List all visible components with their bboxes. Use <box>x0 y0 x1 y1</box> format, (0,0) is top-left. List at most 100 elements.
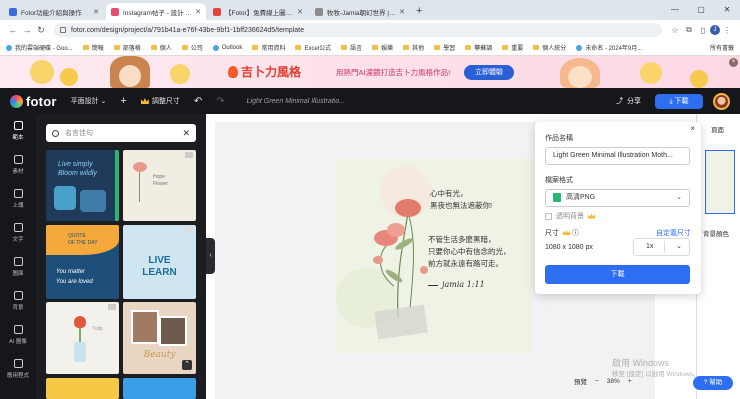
scale-select[interactable]: 1x ⌄ <box>633 238 690 256</box>
bookmark-item[interactable]: 攀蘇調 <box>465 43 492 52</box>
url-field[interactable]: fotor.com/design/project/a/791b41a-e76f-… <box>54 23 662 37</box>
template-photo <box>131 310 159 344</box>
browser-tab[interactable]: Fotor功能介紹與操作 ✕ <box>4 3 104 20</box>
banner-close-button[interactable]: × <box>729 58 738 67</box>
template-card[interactable]: Tulip <box>46 302 119 374</box>
undo-icon[interactable]: ↶ <box>194 96 202 107</box>
clear-search-icon[interactable]: ✕ <box>182 128 190 139</box>
template-card[interactable] <box>46 378 119 399</box>
template-card[interactable]: QUOTE OF THE DAY You matter You are loved <box>46 225 119 299</box>
scroll-top-icon[interactable]: ⌃ <box>182 360 192 370</box>
zoom-in-button[interactable]: + <box>628 378 632 385</box>
bookmark-star-icon[interactable]: ☆ <box>668 26 682 35</box>
tab-close-icon[interactable]: ✕ <box>399 8 405 16</box>
fotor-logo[interactable]: fotor <box>10 94 57 109</box>
template-card[interactable]: Live simply Bloom wildly <box>46 150 119 221</box>
dialog-download-button[interactable]: 下載 <box>545 265 690 284</box>
bookmark-item[interactable]: 常用資料 <box>252 43 285 52</box>
checkbox-box[interactable] <box>545 212 552 220</box>
rail-uploads[interactable]: 上傳 <box>0 182 36 216</box>
bookmark-item[interactable]: 個人統分 <box>533 43 566 52</box>
background-color-label[interactable]: 背景顏色 <box>703 228 729 238</box>
template-card[interactable]: Beauty ⌃ <box>123 302 196 374</box>
quote-heading[interactable]: 心中有光， 黑夜也無法遮蔽你! <box>430 188 492 212</box>
tab-label: Instagram帖子 - 設計 | Fotor <box>123 9 192 17</box>
zoom-level[interactable]: 38% <box>607 378 620 385</box>
browser-tab[interactable]: 【Fotor】免費線上圖片編輯 ✕ <box>208 3 308 20</box>
bookmark-item[interactable]: 語言 <box>341 43 362 52</box>
bookmark-item[interactable]: 個人 <box>150 43 172 52</box>
page-thumbnail[interactable] <box>705 150 735 214</box>
bookmark-item[interactable]: 重要 <box>502 43 523 52</box>
extensions-icon[interactable]: ⧉ <box>682 25 696 35</box>
new-tab-button[interactable]: + <box>416 5 422 17</box>
download-dialog: × 作品名稱 Light Green Minimal Illustration … <box>535 122 701 294</box>
minimize-button[interactable]: — <box>662 0 688 20</box>
all-bookmarks[interactable]: 所有書籤 <box>707 43 734 52</box>
zoom-out-button[interactable]: − <box>595 378 599 385</box>
bookmark-item[interactable]: 學習 <box>434 43 455 52</box>
forward-icon[interactable]: → <box>20 25 34 35</box>
tab-label: 牧牧-Jamia朝幻世界 | @jamia <box>327 9 396 17</box>
rail-templates[interactable]: 範本 <box>0 114 36 148</box>
custom-size-link[interactable]: 自定義尺寸 <box>656 228 691 238</box>
back-icon[interactable]: ← <box>6 25 20 35</box>
resize-button[interactable]: 調整尺寸 <box>140 96 180 106</box>
template-search[interactable]: 名言佳句 ✕ <box>46 124 196 142</box>
dialog-close-button[interactable]: × <box>690 124 695 133</box>
bookmark-item[interactable]: 其他 <box>403 43 424 52</box>
quote-body[interactable]: 不管生活多麼黑暗， 只要你心中有信念的光， 前方就永遠有路可走。 <box>428 234 511 270</box>
bookmark-item[interactable]: Outlook <box>212 44 242 51</box>
tab-close-icon[interactable]: ✕ <box>93 8 99 16</box>
bookmark-item[interactable]: 我的雲端硬碟 - Goo... <box>6 43 73 52</box>
design-canvas[interactable]: 心中有光， 黑夜也無法遮蔽你! 不管生活多麼黑暗， 只要你心中有信念的光， 前方… <box>336 158 532 354</box>
browser-tab[interactable]: 牧牧-Jamia朝幻世界 | @jamia ✕ <box>310 3 410 20</box>
reload-icon[interactable]: ↻ <box>34 25 48 36</box>
template-card[interactable]: Hope Flower <box>123 150 196 221</box>
add-icon[interactable]: + <box>120 95 126 107</box>
bookmark-item[interactable]: 娛樂 <box>372 43 393 52</box>
file-format-select[interactable]: 高清PNG ⌄ <box>545 189 690 207</box>
template-card[interactable] <box>123 378 196 399</box>
redo-icon[interactable]: ↷ <box>216 96 224 107</box>
help-button[interactable]: ? 幫助 <box>693 376 733 390</box>
rail-ai-image[interactable]: AI 圖像 <box>0 318 36 352</box>
folder-icon <box>533 45 540 50</box>
promo-banner[interactable]: 吉卜力風格 用熱門AI濾鏡打造吉卜力風格作品! 立即體驗 × <box>0 56 740 88</box>
rail-apps[interactable]: 應用程式 <box>0 352 36 386</box>
rail-text[interactable]: 文字 <box>0 216 36 250</box>
transparent-bg-checkbox[interactable]: 透明背景 <box>545 211 595 221</box>
rail-elements[interactable]: 素材 <box>0 148 36 182</box>
menu-icon[interactable]: ⋮ <box>720 26 734 35</box>
banner-cta-button[interactable]: 立即體驗 <box>464 65 514 80</box>
tab-favicon-icon <box>9 7 17 16</box>
rail-photos[interactable]: 圖庫 <box>0 250 36 284</box>
user-avatar[interactable] <box>713 92 730 110</box>
bookmark-item[interactable]: 公司 <box>181 43 203 52</box>
template-card[interactable]: LIVE LEARN <box>123 225 196 299</box>
download-button[interactable]: ⤓ 下載 <box>655 93 703 109</box>
browser-tab-active[interactable]: Instagram帖子 - 設計 | Fotor ✕ <box>106 3 206 20</box>
project-name-input[interactable]: Light Green Minimal Illustration Moth... <box>545 147 690 165</box>
bookmark-item[interactable]: 部落格 <box>113 43 141 52</box>
folder-icon <box>434 45 441 50</box>
info-icon[interactable]: ⓘ <box>572 230 579 237</box>
tab-close-icon[interactable]: ✕ <box>195 8 201 16</box>
bookmark-item[interactable]: 未命名 - 2024年9月... <box>576 43 642 52</box>
sidepanel-icon[interactable]: ▯ <box>696 26 710 35</box>
share-button[interactable]: ⤴ 分享 <box>616 96 641 106</box>
close-window-button[interactable]: ✕ <box>714 0 740 20</box>
bookmark-item[interactable]: 簡報 <box>82 43 104 52</box>
collapse-panel-button[interactable]: ‹ <box>206 238 215 274</box>
template-photo <box>54 186 76 210</box>
site-info-icon[interactable] <box>60 27 66 33</box>
maximize-button[interactable]: ▢ <box>688 0 714 20</box>
project-filename[interactable]: Light Green Minimal Illustratio... <box>247 98 345 105</box>
bookmark-item[interactable]: Excel公式 <box>295 43 331 52</box>
tab-close-icon[interactable]: ✕ <box>297 8 303 16</box>
profile-avatar[interactable]: J <box>710 25 720 35</box>
signature-text[interactable]: jamia 1:11 <box>428 280 485 289</box>
mode-dropdown[interactable]: 平面設計 ⌄ <box>71 96 107 106</box>
preview-button[interactable]: 預覽 <box>574 376 587 386</box>
rail-background[interactable]: 背景 <box>0 284 36 318</box>
